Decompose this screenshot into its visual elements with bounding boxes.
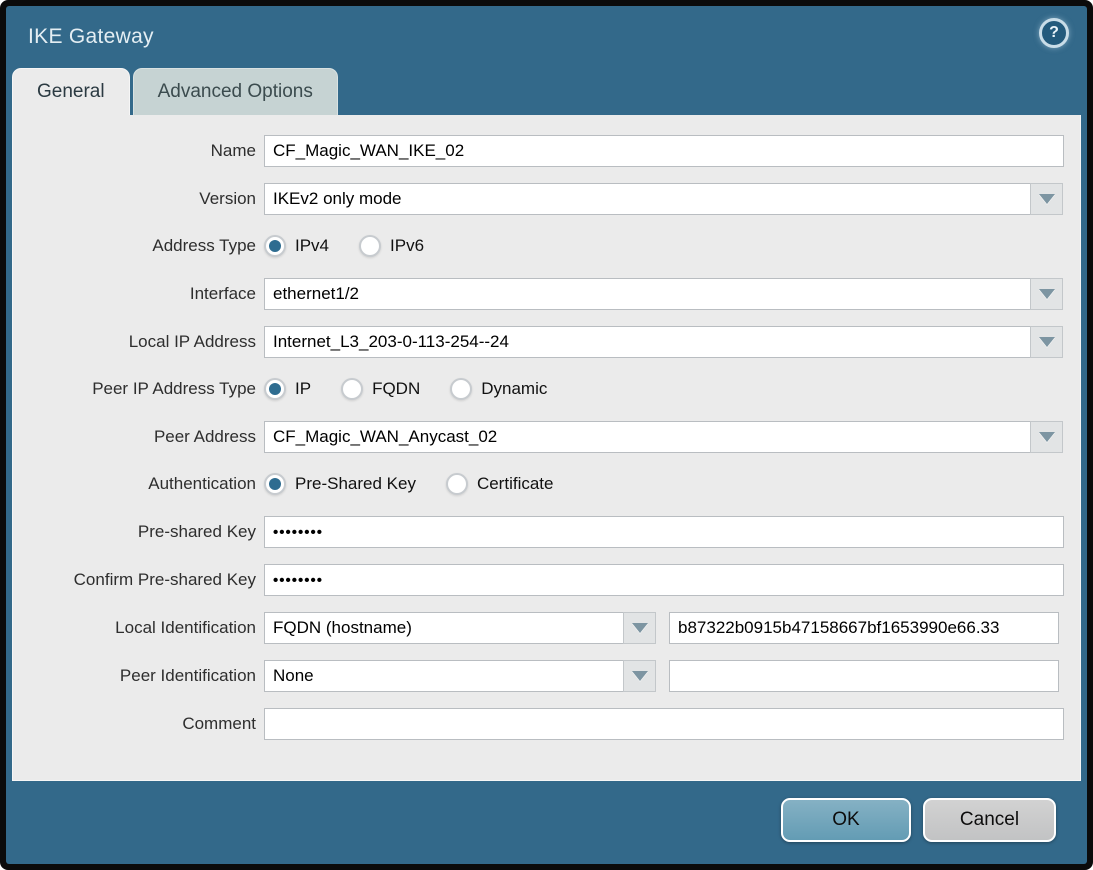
field-row-local-identification: Local Identification	[13, 612, 1080, 644]
peer-identification-type-input[interactable]	[264, 660, 623, 692]
confirm-preshared-key-input[interactable]	[264, 564, 1064, 596]
tab-advanced-options[interactable]: Advanced Options	[133, 68, 338, 115]
address-type-ipv6-label[interactable]: IPv6	[390, 236, 424, 256]
peer-ip-type-ip-radio[interactable]	[264, 378, 286, 400]
address-type-ipv6-radio[interactable]	[359, 235, 381, 257]
chevron-down-icon	[1039, 194, 1055, 204]
interface-label: Interface	[13, 284, 256, 304]
dialog-footer: OK Cancel	[6, 781, 1087, 864]
peer-address-label: Peer Address	[13, 427, 256, 447]
cancel-button[interactable]: Cancel	[923, 798, 1056, 842]
field-row-authentication: Authentication Pre-Shared Key Certificat…	[13, 469, 1080, 499]
peer-address-combobox	[264, 421, 1063, 453]
local-identification-type-combobox	[264, 612, 656, 644]
peer-identification-type-combobox	[264, 660, 656, 692]
field-row-interface: Interface	[13, 278, 1080, 310]
address-type-ipv4-radio[interactable]	[264, 235, 286, 257]
local-identification-dropdown-button[interactable]	[623, 612, 656, 644]
field-row-peer-address: Peer Address	[13, 421, 1080, 453]
dialog-window: IKE Gateway ? General Advanced Options N…	[0, 0, 1093, 870]
field-row-name: Name	[13, 135, 1080, 167]
version-label: Version	[13, 189, 256, 209]
peer-address-dropdown-button[interactable]	[1030, 421, 1063, 453]
authentication-label: Authentication	[13, 474, 256, 494]
authentication-certificate-radio[interactable]	[446, 473, 468, 495]
address-type-radio-group: IPv4 IPv6	[264, 235, 454, 257]
tab-bar: General Advanced Options	[12, 68, 1087, 115]
dialog-title: IKE Gateway	[28, 25, 154, 49]
field-row-comment: Comment	[13, 708, 1080, 740]
field-row-local-ip: Local IP Address	[13, 326, 1080, 358]
local-ip-input[interactable]	[264, 326, 1030, 358]
peer-ip-type-radio-group: IP FQDN Dynamic	[264, 378, 577, 400]
chevron-down-icon	[632, 623, 648, 633]
version-combobox	[264, 183, 1063, 215]
comment-label: Comment	[13, 714, 256, 734]
help-icon[interactable]: ?	[1039, 18, 1069, 48]
name-input[interactable]	[264, 135, 1064, 167]
local-ip-dropdown-button[interactable]	[1030, 326, 1063, 358]
interface-dropdown-button[interactable]	[1030, 278, 1063, 310]
peer-identification-label: Peer Identification	[13, 666, 256, 686]
name-label: Name	[13, 141, 256, 161]
preshared-key-input[interactable]	[264, 516, 1064, 548]
field-row-address-type: Address Type IPv4 IPv6	[13, 231, 1080, 261]
peer-ip-type-fqdn-radio[interactable]	[341, 378, 363, 400]
peer-ip-type-label: Peer IP Address Type	[13, 379, 256, 399]
peer-identification-value-input[interactable]	[669, 660, 1059, 692]
chevron-down-icon	[1039, 289, 1055, 299]
peer-identification-dropdown-button[interactable]	[623, 660, 656, 692]
local-ip-label: Local IP Address	[13, 332, 256, 352]
authentication-radio-group: Pre-Shared Key Certificate	[264, 473, 583, 495]
tab-general[interactable]: General	[12, 68, 130, 115]
confirm-preshared-key-label: Confirm Pre-shared Key	[13, 570, 256, 590]
comment-input[interactable]	[264, 708, 1064, 740]
field-row-version: Version	[13, 183, 1080, 215]
general-tab-panel: Name Version Address Type IPv4	[12, 115, 1081, 781]
chevron-down-icon	[1039, 432, 1055, 442]
peer-ip-type-ip-label[interactable]: IP	[295, 379, 311, 399]
interface-input[interactable]	[264, 278, 1030, 310]
field-row-peer-identification: Peer Identification	[13, 660, 1080, 692]
peer-address-input[interactable]	[264, 421, 1030, 453]
local-identification-value-input[interactable]	[669, 612, 1059, 644]
chevron-down-icon	[1039, 337, 1055, 347]
titlebar: IKE Gateway ?	[6, 6, 1087, 68]
chevron-down-icon	[632, 671, 648, 681]
address-type-ipv4-label[interactable]: IPv4	[295, 236, 329, 256]
authentication-certificate-label[interactable]: Certificate	[477, 474, 554, 494]
peer-ip-type-dynamic-label[interactable]: Dynamic	[481, 379, 547, 399]
field-row-peer-ip-type: Peer IP Address Type IP FQDN Dynamic	[13, 374, 1080, 404]
ok-button[interactable]: OK	[781, 798, 911, 842]
authentication-psk-label[interactable]: Pre-Shared Key	[295, 474, 416, 494]
interface-combobox	[264, 278, 1063, 310]
local-identification-type-input[interactable]	[264, 612, 623, 644]
field-row-confirm-preshared-key: Confirm Pre-shared Key	[13, 564, 1080, 596]
version-input[interactable]	[264, 183, 1030, 215]
address-type-label: Address Type	[13, 236, 256, 256]
local-identification-label: Local Identification	[13, 618, 256, 638]
peer-ip-type-fqdn-label[interactable]: FQDN	[372, 379, 420, 399]
version-dropdown-button[interactable]	[1030, 183, 1063, 215]
local-ip-combobox	[264, 326, 1063, 358]
ike-gateway-dialog: IKE Gateway ? General Advanced Options N…	[6, 6, 1087, 864]
preshared-key-label: Pre-shared Key	[13, 522, 256, 542]
field-row-preshared-key: Pre-shared Key	[13, 516, 1080, 548]
peer-ip-type-dynamic-radio[interactable]	[450, 378, 472, 400]
authentication-psk-radio[interactable]	[264, 473, 286, 495]
